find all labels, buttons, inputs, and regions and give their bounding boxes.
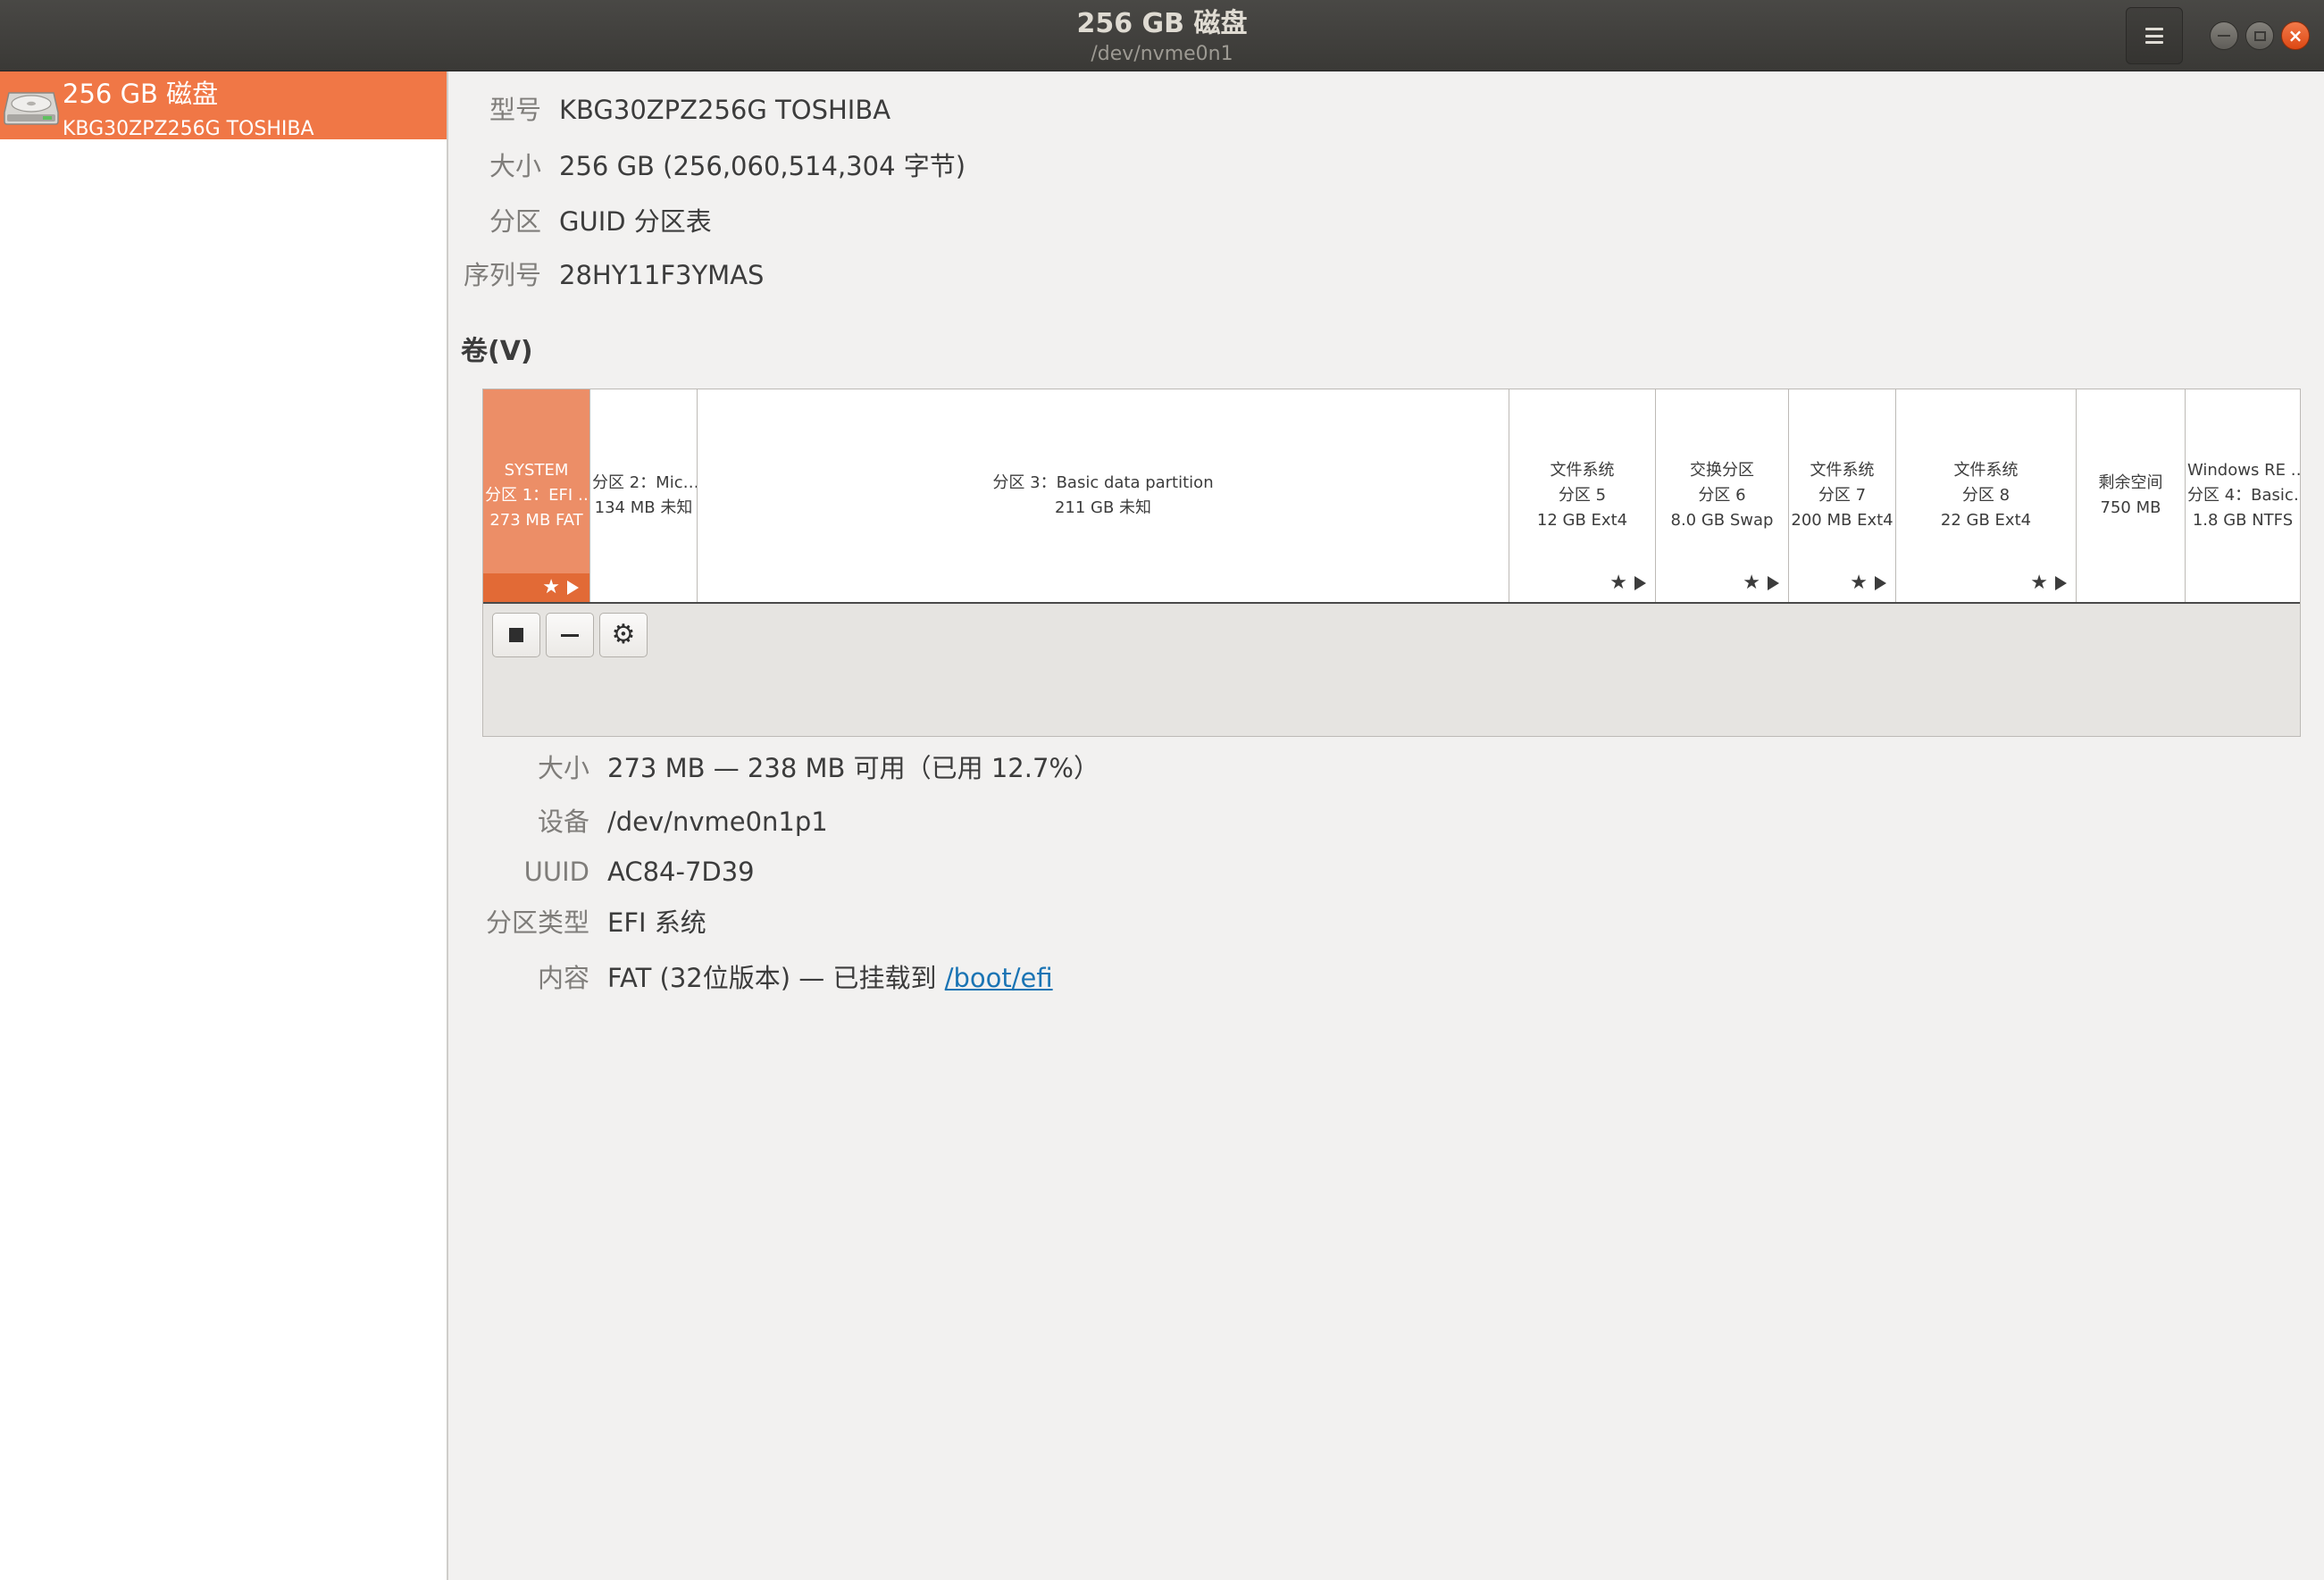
partition-5[interactable]: 文件系统 分区 5 12 GB Ext4 ★ — [1509, 389, 1656, 602]
star-icon: ★ — [1609, 572, 1627, 594]
close-icon: × — [2287, 25, 2303, 46]
volumes-heading: 卷(V) — [461, 336, 533, 367]
play-icon — [1875, 576, 1886, 590]
partition-label-line1: 分区 3：Basic data partition — [992, 473, 1214, 492]
unmount-button[interactable] — [492, 613, 540, 657]
partition-8[interactable]: 文件系统 分区 8 22 GB Ext4 ★ — [1896, 389, 2077, 602]
play-icon — [2055, 576, 2067, 590]
partition-label-line3: 273 MB FAT — [489, 511, 583, 530]
vol-device-label: 设备 — [537, 807, 589, 837]
minimize-button[interactable] — [2210, 21, 2238, 50]
star-icon: ★ — [1850, 572, 1868, 594]
window-title: 256 GB 磁盘 — [1076, 8, 1248, 39]
partition-settings-button[interactable]: ⚙ — [599, 613, 648, 657]
partition-label-line1: 文件系统 — [1550, 461, 1615, 480]
contents-text: FAT (32位版本) — 已挂载到 — [607, 963, 945, 993]
vol-type-label: 分区类型 — [485, 907, 589, 938]
sidebar-item-title: 256 GB 磁盘 — [63, 79, 219, 109]
sidebar-item-disk[interactable]: 256 GB 磁盘 KBG30ZPZ256G TOSHIBA — [0, 71, 447, 139]
partition-label-line3: 22 GB Ext4 — [1940, 511, 2032, 530]
vol-contents-label: 内容 — [537, 963, 589, 993]
partition-label-line1: 交换分区 — [1690, 461, 1754, 480]
partition-label-line2: 211 GB 未知 — [1054, 498, 1152, 517]
partition-label-line2: 分区 4：Basic… — [2187, 486, 2300, 505]
partition-label-line1: 文件系统 — [1810, 461, 1875, 480]
disk-details-panel: 型号 KBG30ZPZ256G TOSHIBA 大小 256 GB (256,0… — [450, 71, 2324, 1580]
partition-label-line3: 12 GB Ext4 — [1536, 511, 1628, 530]
partition-6[interactable]: 交换分区 分区 6 8.0 GB Swap ★ — [1656, 389, 1789, 602]
window-subtitle: /dev/nvme0n1 — [1091, 43, 1233, 65]
app-menu-button[interactable] — [2126, 7, 2183, 64]
free-space[interactable]: 剩余空间 750 MB — [2077, 389, 2186, 602]
partition-label-line1: 分区 2：Mic… — [592, 473, 697, 492]
vol-device-value: /dev/nvme0n1p1 — [607, 807, 828, 837]
hamburger-icon — [2145, 28, 2163, 44]
partition-label-line1: Windows RE … — [2187, 461, 2300, 480]
minus-icon — [561, 633, 579, 637]
star-icon: ★ — [542, 576, 560, 598]
serial-value: 28HY11F3YMAS — [559, 260, 765, 290]
maximize-button[interactable] — [2245, 21, 2274, 50]
partition-label-line3: 1.8 GB NTFS — [2192, 511, 2294, 530]
stop-icon — [509, 628, 523, 642]
device-sidebar: 256 GB 磁盘 KBG30ZPZ256G TOSHIBA — [0, 71, 448, 1580]
serial-label: 序列号 — [463, 260, 541, 290]
vol-size-label: 大小 — [537, 753, 589, 783]
model-label: 型号 — [489, 95, 541, 125]
volume-toolbar: ⚙ — [483, 602, 2300, 736]
size-value: 256 GB (256,060,514,304 字节) — [559, 151, 966, 181]
partition-label-line1: SYSTEM — [504, 461, 569, 480]
gears-icon: ⚙ — [611, 619, 636, 650]
partition-bar: SYSTEM 分区 1：EFI … 273 MB FAT ★ 分区 2：Mic…… — [483, 389, 2300, 602]
partition-2[interactable]: 分区 2：Mic… 134 MB 未知 — [590, 389, 698, 602]
title-bar: 256 GB 磁盘 /dev/nvme0n1 × — [0, 0, 2324, 71]
vol-type-value: EFI 系统 — [607, 907, 706, 938]
partition-label-line2: 分区 7 — [1818, 486, 1867, 505]
partition-label-line1: 剩余空间 — [2098, 473, 2163, 492]
play-icon — [1768, 576, 1779, 590]
partition-label-line3: 200 MB Ext4 — [1791, 511, 1893, 530]
sidebar-item-subtitle: KBG30ZPZ256G TOSHIBA — [63, 118, 314, 139]
partition-1[interactable]: SYSTEM 分区 1：EFI … 273 MB FAT ★ — [483, 389, 590, 602]
vol-uuid-label: UUID — [523, 857, 589, 887]
vol-uuid-value: AC84-7D39 — [607, 857, 755, 887]
partitioning-value: GUID 分区表 — [559, 206, 712, 237]
partition-label-line1: 文件系统 — [1953, 461, 2019, 480]
vol-size-value: 273 MB — 238 MB 可用（已用 12.7%） — [607, 753, 1099, 783]
model-value: KBG30ZPZ256G TOSHIBA — [559, 95, 891, 125]
volume-graph: SYSTEM 分区 1：EFI … 273 MB FAT ★ 分区 2：Mic…… — [482, 389, 2301, 737]
vol-contents-value: FAT (32位版本) — 已挂载到 /boot/efi — [607, 962, 1053, 994]
partition-label-line2: 分区 6 — [1698, 486, 1746, 505]
maximize-icon — [2253, 30, 2266, 41]
mount-point-link[interactable]: /boot/efi — [945, 963, 1053, 993]
partition-label-line3: 8.0 GB Swap — [1670, 511, 1774, 530]
partition-label-line2: 分区 1：EFI … — [485, 486, 589, 505]
partitioning-label: 分区 — [489, 206, 541, 237]
partition-label-line2: 750 MB — [2100, 498, 2161, 517]
delete-partition-button[interactable] — [546, 613, 594, 657]
star-icon: ★ — [1743, 572, 1760, 594]
partition-3[interactable]: 分区 3：Basic data partition 211 GB 未知 — [698, 389, 1509, 602]
close-button[interactable]: × — [2281, 21, 2310, 50]
partition-label-line2: 分区 8 — [1961, 486, 2011, 505]
partition-label-line2: 分区 5 — [1558, 486, 1607, 505]
play-icon — [1634, 576, 1646, 590]
minimize-icon — [2218, 35, 2230, 37]
partition-7[interactable]: 文件系统 分区 7 200 MB Ext4 ★ — [1789, 389, 1896, 602]
disk-drive-icon — [4, 92, 59, 125]
star-icon: ★ — [2030, 572, 2048, 594]
partition-4[interactable]: Windows RE … 分区 4：Basic… 1.8 GB NTFS — [2186, 389, 2300, 602]
size-label: 大小 — [489, 151, 541, 181]
mounted-play-icon — [567, 581, 579, 595]
partition-label-line2: 134 MB 未知 — [594, 498, 693, 517]
